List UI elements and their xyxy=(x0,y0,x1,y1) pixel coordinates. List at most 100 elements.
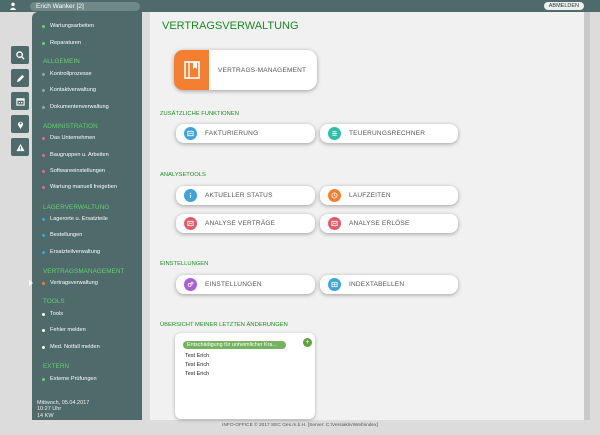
calendar-icon[interactable] xyxy=(11,92,29,110)
chart-icon xyxy=(328,217,341,230)
icon-toolbar xyxy=(11,46,29,161)
tile-label: EINSTELLUNGEN xyxy=(205,281,262,288)
recent-changes-panel: Entschädigung für unheimlicher Kra... + … xyxy=(175,333,315,419)
info-icon xyxy=(184,189,197,202)
sidebar-item-kontaktverwaltung[interactable]: Kontaktverwaltung xyxy=(42,87,96,93)
tile-label: VERTRAGS-MANAGEMENT xyxy=(218,66,307,74)
recent-change-item[interactable]: Entschädigung für unheimlicher Kra... xyxy=(183,341,286,349)
sidebar-item-unternehmen[interactable]: Das Unternehmen xyxy=(42,135,95,141)
heading-einstellungen: EINSTELLUNGEN xyxy=(160,261,209,267)
section-extern: EXTERN xyxy=(43,363,70,370)
tile-label: ANALYSE ERLÖSE xyxy=(349,220,410,227)
section-administration: ADMINISTRATION xyxy=(43,123,98,130)
top-bar: Erich Wanker [2] ABMELDEN xyxy=(0,0,600,12)
section-tools: TOOLS xyxy=(43,298,65,305)
vertrags-management-tile[interactable]: VERTRAGS-MANAGEMENT xyxy=(174,50,317,90)
warning-icon[interactable] xyxy=(11,138,29,156)
sidebar-item-notfall-melden[interactable]: Med. Notfall melden xyxy=(42,344,100,350)
sidebar-item-bestellungen[interactable]: Bestellungen xyxy=(42,232,82,238)
fakturierung-tile[interactable]: FAKTURIERUNG xyxy=(176,124,315,143)
teuerungsrechner-tile[interactable]: TEUERUNGSRECHNER xyxy=(320,124,458,143)
sidebar-item-label: Kontaktverwaltung xyxy=(50,87,97,93)
user-icon xyxy=(8,1,18,11)
sidebar-item-label: Wartung manuell freigeben xyxy=(50,184,117,190)
bullet xyxy=(42,153,45,157)
tile-label: INDEXTABELLEN xyxy=(349,281,405,288)
heading-analysetools: ANALYSETOOLS xyxy=(160,172,206,178)
sidebar-item-softwareeinstellungen[interactable]: Softwareeinstellungen xyxy=(42,168,105,174)
tile-label: LAUFZEITEN xyxy=(349,192,391,199)
user-area[interactable]: Erich Wanker [2] xyxy=(8,1,140,11)
sidebar-item-externe-pruefungen[interactable]: Externe Prüfungen xyxy=(42,376,97,382)
bullet xyxy=(42,88,45,92)
tile-label: TEUERUNGSRECHNER xyxy=(349,130,426,137)
pencil-icon[interactable] xyxy=(11,69,29,87)
plus-icon[interactable]: + xyxy=(303,338,312,347)
bullet xyxy=(42,328,45,332)
sidebar-item-label: Wartungsarbeiten xyxy=(50,23,94,29)
sidebar-item-ersatzteilverwaltung[interactable]: Ersatzteilverwaltung xyxy=(42,249,100,255)
section-lagerverwaltung: LAGERVERWALTUNG xyxy=(43,204,110,211)
analyse-erloese-tile[interactable]: ANALYSE ERLÖSE xyxy=(320,214,458,233)
invoice-icon xyxy=(184,127,197,140)
bullet xyxy=(42,281,45,285)
sidebar-item-baugruppen[interactable]: Baugruppen u. Arbeiten xyxy=(42,152,109,158)
sidebar-item-kontrollprozesse[interactable]: Kontrollprozesse xyxy=(42,71,92,77)
active-indicator-icon xyxy=(29,280,33,286)
bullet xyxy=(42,185,45,189)
laufzeiten-tile[interactable]: LAUFZEITEN xyxy=(320,186,458,205)
user-name: Erich Wanker [2] xyxy=(30,1,140,11)
sidebar-item-label: Reparaturen xyxy=(50,40,82,46)
sidebar-item-label: Med. Notfall melden xyxy=(50,344,100,350)
indextabellen-tile[interactable]: INDEXTABELLEN xyxy=(320,275,458,294)
sidebar-item-lagerorte[interactable]: Lagerorte u. Ersatzteile xyxy=(42,216,108,222)
sidebar-item-wartung-freigeben[interactable]: Wartung manuell freigeben xyxy=(42,184,117,190)
sidebar-item-label: Lagerorte u. Ersatzteile xyxy=(50,216,108,222)
sidebar-item-dokumentenverwaltung[interactable]: Dokumentenverwaltung xyxy=(42,104,109,110)
recent-change-item[interactable]: Test Erich xyxy=(185,371,209,377)
sidebar-item-label: Baugruppen u. Arbeiten xyxy=(50,152,109,158)
sidebar-item-vertragsverwaltung[interactable]: Vertragsverwaltung xyxy=(42,280,98,286)
bullet xyxy=(42,24,45,28)
sidebar-item-tools[interactable]: Tools xyxy=(42,311,63,317)
bullet xyxy=(42,169,45,173)
tile-label: ANALYSE VERTRÄGE xyxy=(205,220,276,227)
bullet xyxy=(42,250,45,254)
bullet xyxy=(42,105,45,109)
bullet xyxy=(42,72,45,76)
tile-label: FAKTURIERUNG xyxy=(205,130,259,137)
sidebar-item-fehler-melden[interactable]: Fehler melden xyxy=(42,327,86,333)
sidebar-item-label: Kontrollprozesse xyxy=(50,71,92,77)
bullet xyxy=(42,217,45,221)
analyse-vertraege-tile[interactable]: ANALYSE VERTRÄGE xyxy=(176,214,315,233)
bullet xyxy=(42,136,45,140)
sidebar-item-label: Softwareeinstellungen xyxy=(50,168,106,174)
sidebar-item-wartungsarbeiten[interactable]: Wartungsarbeiten xyxy=(42,23,94,29)
tile-label: AKTUELLER STATUS xyxy=(205,192,273,199)
logout-button[interactable]: ABMELDEN xyxy=(543,2,584,10)
sidebar-item-label: Vertragsverwaltung xyxy=(50,280,98,286)
recent-change-item[interactable]: Test Erich xyxy=(185,353,209,359)
footer: INFO-OFFICE © 2017 SEC Ges.m.b.H. [Serve… xyxy=(222,423,378,428)
date-time: Mittwoch, 05.04.2017 10:27 Uhr 14 KW xyxy=(37,400,89,419)
location-icon[interactable] xyxy=(11,115,29,133)
einstellungen-tile[interactable]: EINSTELLUNGEN xyxy=(176,275,315,294)
sidebar-item-label: Das Unternehmen xyxy=(50,135,96,141)
calculator-icon xyxy=(328,127,341,140)
recent-change-item[interactable]: Test Erich xyxy=(185,362,209,368)
sidebar-item-label: Bestellungen xyxy=(50,232,83,238)
heading-letzte-aenderungen: ÜBERSICHT MEINER LETZTEN ÄNDERUNGEN xyxy=(160,322,288,328)
scrollbar[interactable] xyxy=(584,12,590,420)
search-icon[interactable] xyxy=(11,46,29,64)
bullet xyxy=(42,312,45,316)
sidebar-item-reparaturen[interactable]: Reparaturen xyxy=(42,40,81,46)
book-icon xyxy=(174,50,209,90)
section-allgemein: ALLGEMEIN xyxy=(43,58,80,65)
table-icon xyxy=(328,278,341,291)
bullet xyxy=(42,233,45,237)
sidebar-item-label: Tools xyxy=(50,311,64,317)
chart-icon xyxy=(184,217,197,230)
sidebar-item-label: Dokumentenverwaltung xyxy=(50,104,109,110)
week-line: 14 KW xyxy=(37,412,54,419)
aktueller-status-tile[interactable]: AKTUELLER STATUS xyxy=(176,186,315,205)
